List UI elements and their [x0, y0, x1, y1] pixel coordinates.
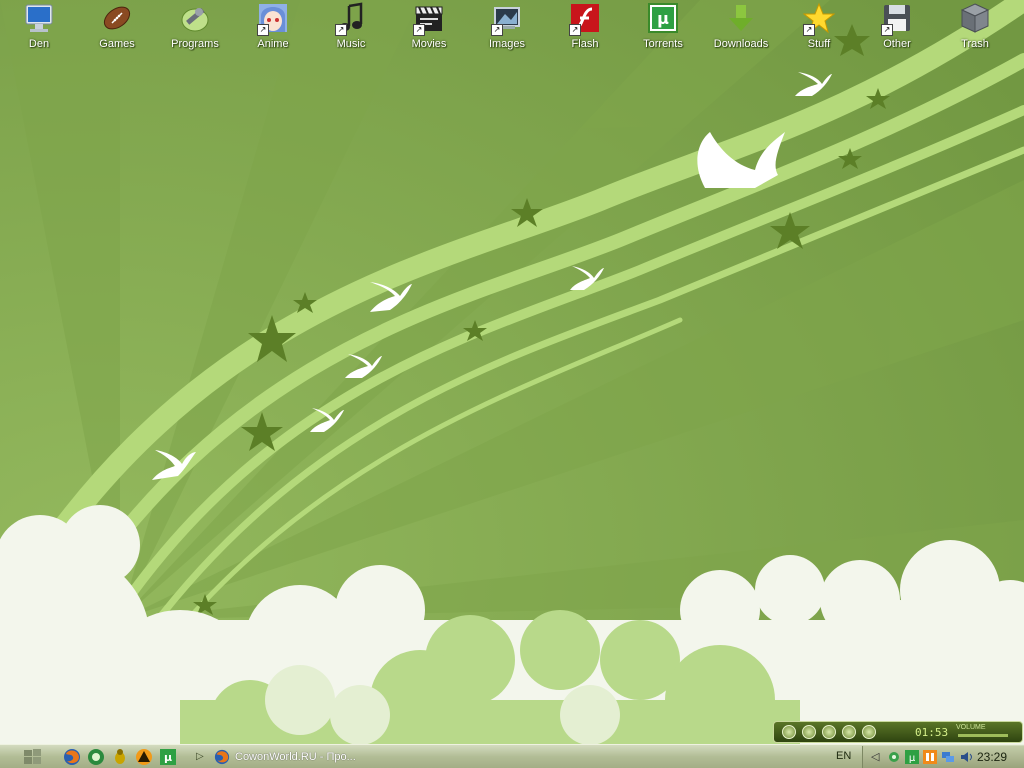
stop-icon[interactable] — [822, 725, 836, 739]
shortcut-arrow-icon: ↗ — [803, 24, 815, 36]
svg-text:µ: µ — [909, 753, 916, 764]
desktop-icon-label: Den — [28, 38, 50, 50]
firefox-icon — [214, 749, 230, 765]
shortcut-arrow-icon: ↗ — [335, 24, 347, 36]
taskbar-item-firefox[interactable]: CowonWorld.RU - Про... — [214, 747, 364, 767]
desktop-icon-label: Images — [488, 38, 526, 50]
desktop-icon-movies[interactable]: ↗ Movies — [390, 0, 468, 58]
desktop-icon-games[interactable]: Games — [78, 0, 156, 58]
clock[interactable]: 23:29 — [977, 750, 1007, 764]
desktop-icon-stuff[interactable]: ↗ Stuff — [780, 0, 858, 58]
utorrent-icon: µ — [648, 3, 678, 33]
desktop-icon-label: Stuff — [807, 38, 831, 50]
desktop-icon-anime[interactable]: ↗ Anime — [234, 0, 312, 58]
taskbar: µ ▷ CowonWorld.RU - Про... EN ◁ µ 23:29 — [0, 744, 1024, 768]
pause-icon[interactable] — [802, 725, 816, 739]
player-time: 01:53 — [915, 726, 949, 739]
player-volume-label: VOLUME — [956, 724, 986, 731]
shortcut-arrow-icon: ↗ — [881, 24, 893, 36]
desktop-icon-label: Movies — [411, 38, 447, 50]
volume-slider[interactable] — [958, 734, 1008, 737]
quick-launch-chevron-icon[interactable]: ▷ — [196, 751, 204, 762]
system-tray: ◁ µ 23:29 — [862, 746, 1024, 768]
language-indicator[interactable]: EN — [836, 750, 851, 762]
svg-text:µ: µ — [657, 9, 669, 28]
start-button[interactable] — [22, 747, 44, 767]
football-icon — [103, 6, 131, 30]
svg-text:µ: µ — [164, 751, 172, 764]
programs-icon — [181, 8, 209, 32]
desktop-icon-label: Downloads — [713, 38, 769, 50]
desktop-icon-images[interactable]: ↗ Images — [468, 0, 546, 58]
network-icon[interactable] — [941, 750, 955, 764]
utorrent-tray-icon[interactable]: µ — [905, 750, 919, 764]
green-circle-icon[interactable] — [87, 748, 105, 766]
desktop-icon-flash[interactable]: ↗ Flash — [546, 0, 624, 58]
desktop-icon-den[interactable]: Den — [0, 0, 78, 58]
desktop-icon-label: Flash — [571, 38, 599, 50]
desktop-icon-label: Programs — [171, 38, 219, 50]
desktop-icon-label: Trash — [961, 38, 989, 50]
desktop-icon-other[interactable]: ↗ Other — [858, 0, 936, 58]
shortcut-arrow-icon: ↗ — [569, 24, 581, 36]
desktop-icon-programs[interactable]: Programs — [156, 0, 234, 58]
desktop-icon-label: Other — [883, 38, 911, 50]
taskbar-item-label: CowonWorld.RU - Про... — [235, 751, 356, 763]
next-icon[interactable] — [862, 725, 876, 739]
shortcut-arrow-icon: ↗ — [491, 24, 503, 36]
desktop-icon-label: Music — [336, 38, 366, 50]
desktop-icon-downloads[interactable]: Downloads — [702, 0, 780, 58]
desktop-wallpaper — [0, 0, 1024, 744]
desktop-icons: Den Games Programs ↗ Anime ↗ Music ↗ Mov… — [0, 0, 1024, 60]
trash-icon — [960, 3, 990, 33]
desktop-icon-label: Torrents — [643, 38, 683, 50]
download-arrow-icon — [729, 5, 753, 31]
computer-icon — [25, 4, 53, 32]
desktop-icon-music[interactable]: ↗ Music — [312, 0, 390, 58]
desktop-icon-torrents[interactable]: µ Torrents — [624, 0, 702, 58]
shortcut-arrow-icon: ↗ — [413, 24, 425, 36]
firefox-icon[interactable] — [63, 748, 81, 766]
desktop-icon-label: Games — [99, 38, 135, 50]
aimp-icon[interactable] — [135, 748, 153, 766]
desktop-icon-label: Anime — [257, 38, 289, 50]
play-icon[interactable] — [782, 725, 796, 739]
utorrent-icon[interactable]: µ — [159, 748, 177, 766]
desktop-icon-trash[interactable]: Trash — [936, 0, 1014, 58]
green-gear-icon[interactable] — [887, 750, 901, 764]
tray-expand-icon[interactable]: ◁ — [871, 750, 885, 764]
previous-icon[interactable] — [842, 725, 856, 739]
pause-tray-icon[interactable] — [923, 750, 937, 764]
bug-icon[interactable] — [111, 748, 129, 766]
shortcut-arrow-icon: ↗ — [257, 24, 269, 36]
volume-icon[interactable] — [959, 750, 973, 764]
